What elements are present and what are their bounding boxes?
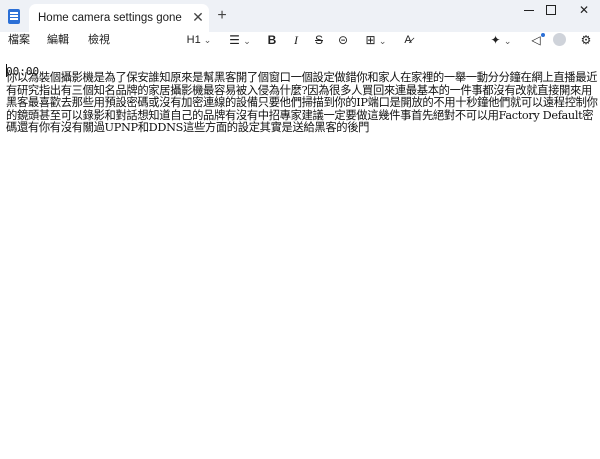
account-avatar[interactable] [553, 33, 566, 46]
italic-button[interactable]: I [290, 32, 302, 48]
chevron-down-icon: ⌄ [243, 36, 251, 46]
new-tab-icon[interactable]: + [214, 8, 230, 24]
heading-label: H1 [186, 34, 201, 46]
menu-file[interactable]: 檔案 [8, 33, 30, 47]
table-dropdown[interactable]: ⊞ ⌄ [362, 32, 390, 48]
copilot-icon: ✦ [490, 33, 501, 47]
notepad-icon [8, 9, 20, 24]
link-icon[interactable]: ⊝ [335, 32, 351, 48]
notification-dot [541, 33, 545, 37]
close-window-button[interactable]: ✕ [562, 0, 600, 20]
tab-title: Home camera settings gone wrong [38, 12, 182, 24]
list-icon: ☰ [229, 33, 240, 47]
menu-edit[interactable]: 編輯 [47, 33, 69, 47]
heading-dropdown[interactable]: H1 ⌄ [184, 32, 214, 48]
editor-area[interactable]: 00:00 你以為裝個攝影機是為了保安誰知原來是幫黑客開了個窗口一個設定做錯你和… [0, 52, 600, 459]
menu-view[interactable]: 檢視 [88, 33, 110, 47]
toolbar: 檔案 編輯 檢視 H1 ⌄ ☰ ⌄ B I S ⊝ ⊞ ⌄ A̷ ✦ ⌄ ◁ ⚙ [0, 32, 600, 52]
document-tab[interactable]: Home camera settings gone wrong ✕ [29, 4, 209, 32]
chevron-down-icon: ⌄ [203, 35, 212, 45]
megaphone-icon: ◁ [531, 33, 541, 47]
clear-formatting-icon[interactable]: A̷ [400, 32, 416, 48]
close-tab-icon[interactable]: ✕ [190, 9, 206, 25]
copilot-dropdown[interactable]: ✦ ⌄ [486, 32, 516, 48]
chevron-down-icon: ⌄ [503, 36, 512, 46]
bold-button[interactable]: B [266, 32, 278, 48]
strikethrough-button[interactable]: S [313, 32, 325, 48]
settings-gear-icon[interactable]: ⚙ [578, 32, 594, 48]
list-dropdown[interactable]: ☰ ⌄ [226, 32, 254, 48]
title-bar: Home camera settings gone wrong ✕ + ✕ [0, 0, 600, 32]
chevron-down-icon: ⌄ [378, 36, 387, 46]
table-icon: ⊞ [365, 33, 376, 47]
document-body[interactable]: 你以為裝個攝影機是為了保安誰知原來是幫黑客開了個窗口一個設定做錯你和家人在家裡的… [6, 71, 598, 135]
